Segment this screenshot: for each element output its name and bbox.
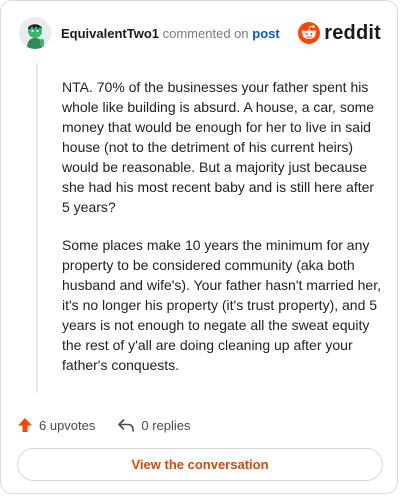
- upvote-button[interactable]: 6 upvotes: [17, 417, 95, 433]
- commented-on-text: commented on: [162, 25, 249, 41]
- comment-meta: EquivalentTwo1 commented on post: [61, 26, 280, 41]
- view-conversation-button[interactable]: View the conversation: [17, 448, 383, 481]
- post-link[interactable]: post: [252, 26, 279, 41]
- comment-actions: 6 upvotes 0 replies: [17, 413, 191, 437]
- comment-paragraph: NTA. 70% of the businesses your father s…: [62, 79, 375, 215]
- reply-count: 0 replies: [141, 417, 191, 433]
- upvote-count: 6 upvotes: [39, 417, 96, 433]
- reply-arrow-icon: [118, 419, 135, 432]
- avatar-icon: [19, 17, 51, 49]
- comment-paragraph: Some places make 10 years the minimum fo…: [62, 237, 381, 373]
- reddit-wordmark: reddit: [324, 21, 381, 44]
- replies-button[interactable]: 0 replies: [117, 417, 191, 433]
- username[interactable]: EquivalentTwo1: [61, 26, 159, 41]
- reddit-logo-icon: [298, 22, 321, 44]
- upvote-arrow-icon: [18, 418, 32, 432]
- reddit-brand[interactable]: reddit: [298, 22, 381, 45]
- comment-body: NTA. 70% of the businesses your father s…: [62, 77, 384, 393]
- thread-line: [36, 63, 38, 393]
- avatar[interactable]: [19, 17, 51, 49]
- comment-header: EquivalentTwo1 commented on post reddit: [19, 15, 381, 51]
- comment-card: EquivalentTwo1 commented on post reddit …: [0, 0, 398, 494]
